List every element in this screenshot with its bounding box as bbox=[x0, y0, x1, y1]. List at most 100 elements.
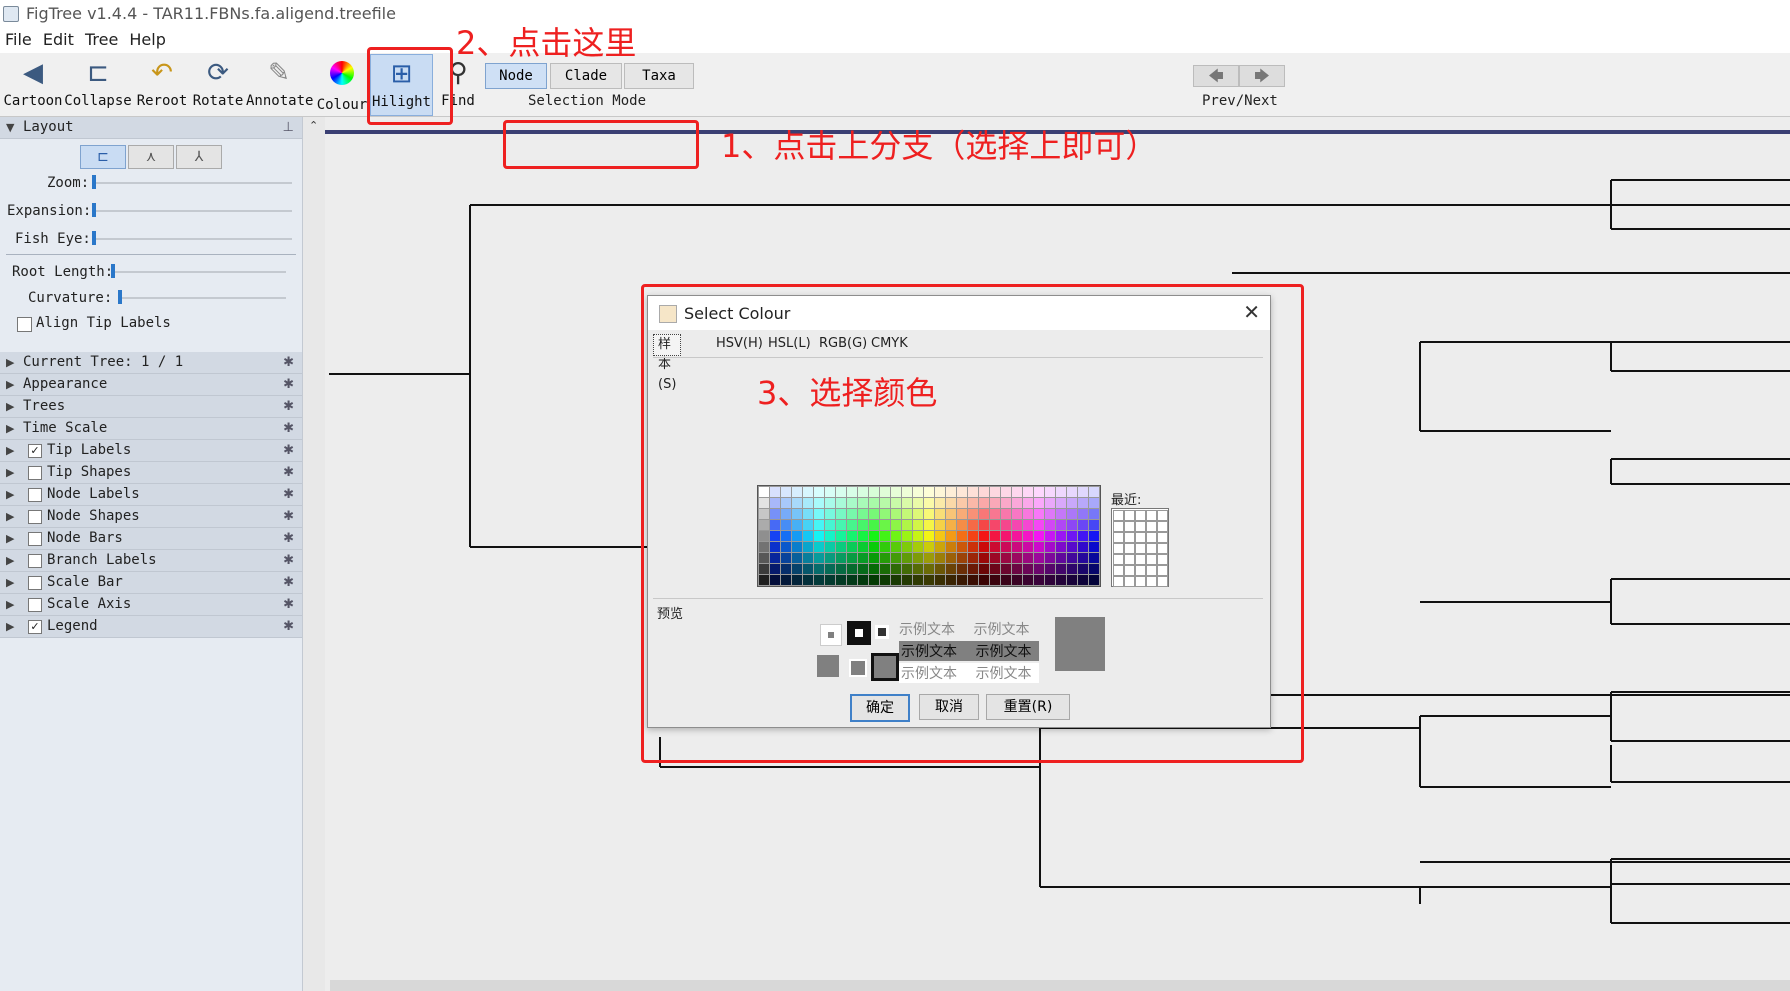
expand-triangle-icon: ▶ bbox=[6, 510, 15, 523]
control-panel: ▼ Layout ⊥ ⊏ ⋏ ⅄ Zoom: Expansion: Fish E… bbox=[0, 117, 303, 991]
expand-triangle-icon: ▶ bbox=[6, 598, 15, 611]
section-tip-labels[interactable]: ▶ ✓ Tip Labels ✱ bbox=[0, 440, 302, 462]
collapse-button[interactable]: ⊏ Collapse bbox=[64, 57, 132, 109]
figtree-app-icon bbox=[3, 6, 19, 22]
root-length-slider[interactable] bbox=[111, 271, 286, 273]
toolbar: ◀ Cartoon ⊏ Collapse ↶ Reroot ⟳ Rotate ✎… bbox=[0, 53, 1790, 117]
section-node-labels[interactable]: ▶ Node Labels ✱ bbox=[0, 484, 302, 506]
pin-icon[interactable]: ✱ bbox=[283, 440, 294, 461]
expansion-label: Expansion: bbox=[7, 203, 92, 219]
pin-icon[interactable]: ✱ bbox=[283, 506, 294, 527]
pin-icon[interactable]: ✱ bbox=[283, 418, 294, 439]
zoom-slider[interactable] bbox=[92, 182, 292, 184]
pin-icon[interactable]: ✱ bbox=[283, 572, 294, 593]
selection-mode-label: Selection Mode bbox=[528, 93, 647, 109]
rotate-icon: ⟳ bbox=[207, 58, 229, 88]
layout-section-header[interactable]: ▼ Layout ⊥ bbox=[0, 117, 302, 139]
expansion-slider[interactable] bbox=[92, 210, 292, 212]
align-tip-labels-label: Align Tip Labels bbox=[36, 315, 171, 331]
curvature-label: Curvature: bbox=[28, 290, 113, 306]
expand-triangle-icon: ▶ bbox=[6, 620, 15, 633]
expand-triangle-icon: ▶ bbox=[6, 422, 15, 435]
fish-eye-slider[interactable] bbox=[92, 238, 292, 240]
chevron-up-icon: ⌃ bbox=[309, 119, 319, 132]
annotation-step2: 2、点击这里 bbox=[456, 24, 637, 62]
rectangular-tree-icon: ⊏ bbox=[97, 149, 109, 165]
prev-button[interactable]: 🡄 bbox=[1193, 65, 1239, 87]
next-button[interactable]: 🡆 bbox=[1239, 65, 1285, 87]
zoom-slider-thumb[interactable] bbox=[92, 175, 96, 189]
section-appearance[interactable]: ▶ Appearance ✱ bbox=[0, 374, 302, 396]
cartoon-button[interactable]: ◀ Cartoon bbox=[2, 57, 64, 109]
node-bars-checkbox[interactable] bbox=[28, 532, 42, 546]
pin-icon[interactable]: ✱ bbox=[283, 484, 294, 505]
fish-eye-slider-thumb[interactable] bbox=[92, 231, 96, 245]
menu-file[interactable]: File bbox=[5, 30, 32, 49]
section-node-shapes[interactable]: ▶ Node Shapes ✱ bbox=[0, 506, 302, 528]
curvature-slider[interactable] bbox=[118, 297, 286, 299]
colour-wheel-icon bbox=[314, 61, 370, 93]
zoom-label: Zoom: bbox=[47, 175, 90, 191]
section-node-bars[interactable]: ▶ Node Bars ✱ bbox=[0, 528, 302, 550]
window-title: FigTree v1.4.4 - TAR11.FBNs.fa.aligend.t… bbox=[26, 4, 396, 23]
expansion-slider-thumb[interactable] bbox=[92, 203, 96, 217]
pin-icon[interactable]: ✱ bbox=[283, 616, 294, 637]
pin-icon[interactable]: ✱ bbox=[283, 462, 294, 483]
pin-icon[interactable]: ✱ bbox=[283, 550, 294, 571]
tip-shapes-checkbox[interactable] bbox=[28, 466, 42, 480]
curvature-slider-thumb[interactable] bbox=[118, 290, 122, 304]
pin-icon[interactable]: ✱ bbox=[283, 374, 294, 395]
legend-checkbox[interactable]: ✓ bbox=[28, 620, 42, 634]
horizontal-scrollbar[interactable] bbox=[330, 980, 1790, 991]
selection-mode-taxa[interactable]: Taxa bbox=[624, 63, 694, 89]
root-length-label: Root Length: bbox=[12, 264, 114, 280]
section-time-scale[interactable]: ▶ Time Scale ✱ bbox=[0, 418, 302, 440]
section-branch-labels[interactable]: ▶ Branch Labels ✱ bbox=[0, 550, 302, 572]
menu-edit[interactable]: Edit bbox=[43, 30, 74, 49]
selection-mode-node[interactable]: Node bbox=[485, 63, 547, 89]
annotate-button[interactable]: ✎ Annotate bbox=[246, 57, 313, 109]
section-trees[interactable]: ▶ Trees ✱ bbox=[0, 396, 302, 418]
cartoon-icon: ◀ bbox=[23, 58, 43, 88]
pin-icon[interactable]: ✱ bbox=[283, 594, 294, 615]
panel-splitter[interactable]: ⌃ bbox=[303, 117, 326, 991]
selection-mode-clade[interactable]: Clade bbox=[550, 63, 622, 89]
annotation-box-hilight bbox=[367, 47, 453, 125]
scale-axis-checkbox[interactable] bbox=[28, 598, 42, 612]
section-current-tree[interactable]: ▶ Current Tree: 1 / 1 ✱ bbox=[0, 352, 302, 374]
layout-radial-button[interactable]: ⅄ bbox=[176, 145, 222, 169]
pin-icon[interactable]: ✱ bbox=[283, 528, 294, 549]
reroot-button[interactable]: ↶ Reroot bbox=[134, 57, 190, 109]
scale-bar-checkbox[interactable] bbox=[28, 576, 42, 590]
expand-triangle-icon: ▶ bbox=[6, 400, 15, 413]
menu-bar: File Edit Tree Help bbox=[0, 30, 167, 52]
annotation-box-dialog bbox=[641, 284, 1304, 763]
rotate-button[interactable]: ⟳ Rotate bbox=[190, 57, 246, 109]
annotation-box-branch bbox=[503, 120, 699, 169]
menu-help[interactable]: Help bbox=[129, 30, 165, 49]
node-labels-checkbox[interactable] bbox=[28, 488, 42, 502]
section-tip-shapes[interactable]: ▶ Tip Shapes ✱ bbox=[0, 462, 302, 484]
polar-tree-icon: ⋏ bbox=[145, 149, 157, 165]
layout-rectangular-button[interactable]: ⊏ bbox=[80, 145, 126, 169]
radial-tree-icon: ⅄ bbox=[194, 149, 204, 165]
menu-tree[interactable]: Tree bbox=[85, 30, 118, 49]
root-length-slider-thumb[interactable] bbox=[111, 264, 115, 278]
arrow-right-icon: 🡆 bbox=[1254, 67, 1270, 85]
tip-labels-checkbox[interactable]: ✓ bbox=[28, 444, 42, 458]
collapse-triangle-icon: ▼ bbox=[6, 121, 15, 134]
align-tip-labels-checkbox[interactable] bbox=[17, 317, 32, 332]
section-legend[interactable]: ▶ ✓ Legend ✱ bbox=[0, 616, 302, 638]
node-shapes-checkbox[interactable] bbox=[28, 510, 42, 524]
expand-triangle-icon: ▶ bbox=[6, 356, 15, 369]
pin-icon[interactable]: ⊥ bbox=[283, 117, 294, 138]
section-scale-axis[interactable]: ▶ Scale Axis ✱ bbox=[0, 594, 302, 616]
pin-icon[interactable]: ✱ bbox=[283, 396, 294, 417]
section-scale-bar[interactable]: ▶ Scale Bar ✱ bbox=[0, 572, 302, 594]
reroot-icon: ↶ bbox=[151, 58, 173, 88]
pin-icon[interactable]: ✱ bbox=[283, 352, 294, 373]
branch-labels-checkbox[interactable] bbox=[28, 554, 42, 568]
layout-polar-button[interactable]: ⋏ bbox=[128, 145, 174, 169]
colour-button[interactable]: Colour bbox=[314, 57, 370, 113]
expand-triangle-icon: ▶ bbox=[6, 444, 15, 457]
